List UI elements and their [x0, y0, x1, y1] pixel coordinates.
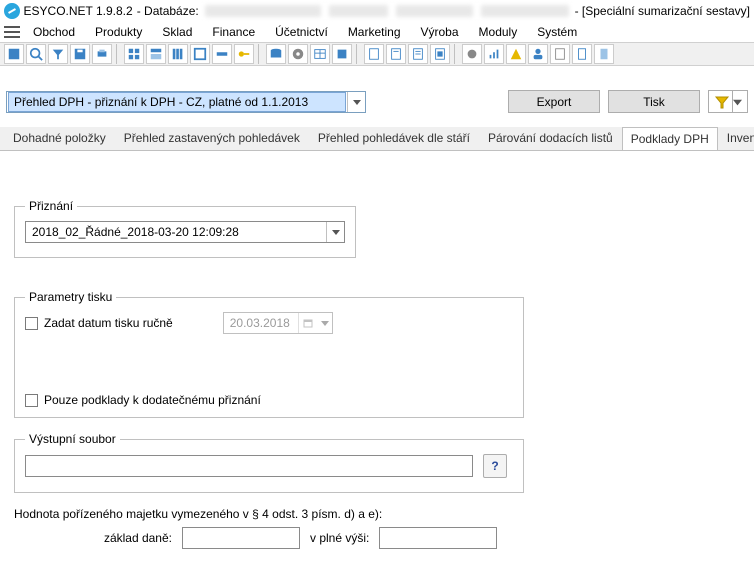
app-name: ESYCO.NET 1.9.8.2 — [24, 4, 133, 18]
group-output-legend: Výstupní soubor — [25, 432, 120, 446]
grid-icon[interactable] — [124, 44, 144, 64]
redacted-2 — [396, 5, 474, 17]
chart-icon[interactable] — [484, 44, 504, 64]
sheet4-icon[interactable] — [430, 44, 450, 64]
filterbar: Přehled DPH - přiznání k DPH - CZ, platn… — [0, 86, 754, 117]
group-parametry-tisku: Parametry tisku Zadat datum tisku ručně … — [14, 290, 524, 418]
menu-sklad[interactable]: Sklad — [155, 23, 199, 41]
refresh-icon[interactable] — [4, 44, 24, 64]
export-button[interactable]: Export — [508, 90, 600, 113]
title-suffix: - [Speciální sumarizační sestavy] — [575, 4, 750, 18]
print-date-value: 20.03.2018 — [224, 314, 298, 332]
sheet1-icon[interactable] — [364, 44, 384, 64]
tab-inventura[interactable]: Inventurní seznam — [718, 127, 754, 150]
window-icon[interactable] — [190, 44, 210, 64]
app-icon — [4, 3, 20, 19]
db-name-redacted — [205, 5, 322, 17]
layout-icon[interactable] — [146, 44, 166, 64]
report-type-combo[interactable]: Přehled DPH - přiznání k DPH - CZ, platn… — [6, 91, 366, 113]
record-icon[interactable] — [332, 44, 352, 64]
toolbar-sep-1 — [116, 44, 120, 64]
options-split-button[interactable] — [708, 90, 748, 113]
priznani-value: 2018_02_Řádné_2018-03-20 12:09:28 — [26, 223, 326, 241]
tab-podklady-dph[interactable]: Podklady DPH — [622, 127, 718, 151]
priznani-combo[interactable]: 2018_02_Řádné_2018-03-20 12:09:28 — [25, 221, 345, 243]
print-icon[interactable] — [92, 44, 112, 64]
filter-icon[interactable] — [48, 44, 68, 64]
menu-produkty[interactable]: Produkty — [88, 23, 149, 41]
group-priznani-legend: Přiznání — [25, 199, 77, 213]
toolbar-sep-4 — [454, 44, 458, 64]
tab-parovani[interactable]: Párování dodacích listů — [479, 127, 622, 150]
manual-date-checkbox[interactable]: Zadat datum tisku ručně — [25, 316, 173, 330]
output-file-input[interactable] — [25, 455, 473, 477]
group-params-legend: Parametry tisku — [25, 290, 116, 304]
tab-panel-podklady-dph: Přiznání 2018_02_Řádné_2018-03-20 12:09:… — [0, 151, 754, 549]
search-icon[interactable] — [26, 44, 46, 64]
print-button[interactable]: Tisk — [608, 90, 700, 113]
db-icon[interactable] — [266, 44, 286, 64]
columns-icon[interactable] — [168, 44, 188, 64]
tabstrip: Dohadné položky Přehled zastavených pohl… — [0, 127, 754, 151]
base-label: základ daně: — [14, 531, 172, 545]
db-label: - Databáze: — [137, 4, 199, 18]
majetek-label: Hodnota pořízeného majetku vymezeného v … — [14, 507, 740, 521]
toolbar-sep-3 — [356, 44, 360, 64]
toolbar — [0, 42, 754, 66]
group-priznani: Přiznání 2018_02_Řádné_2018-03-20 12:09:… — [14, 199, 356, 258]
question-icon: ? — [491, 459, 498, 473]
manual-date-label: Zadat datum tisku ručně — [44, 316, 173, 330]
sheet3-icon[interactable] — [408, 44, 428, 64]
key-icon[interactable] — [234, 44, 254, 64]
options-dropdown-icon[interactable] — [732, 91, 742, 112]
menu-marketing[interactable]: Marketing — [341, 23, 408, 41]
titlebar: ESYCO.NET 1.9.8.2 - Databáze: - [Speciál… — [0, 0, 754, 22]
checkbox-box — [25, 317, 38, 330]
chevron-down-icon[interactable] — [326, 222, 344, 242]
tab-pohl-stari[interactable]: Přehled pohledávek dle stáří — [309, 127, 479, 150]
only-additional-checkbox[interactable]: Pouze podklady k dodatečnému přiznání — [25, 393, 261, 407]
users-icon[interactable] — [528, 44, 548, 64]
checkbox-box — [25, 394, 38, 407]
report-icon[interactable] — [550, 44, 570, 64]
menu-obchod[interactable]: Obchod — [26, 23, 82, 41]
disk-icon[interactable] — [288, 44, 308, 64]
chevron-down-icon[interactable] — [318, 319, 332, 327]
base-amount-input[interactable] — [182, 527, 300, 549]
print-date-field[interactable]: 20.03.2018 — [223, 312, 333, 334]
redacted-1 — [329, 5, 387, 17]
toolbar-sep-2 — [258, 44, 262, 64]
warn-icon[interactable] — [506, 44, 526, 64]
only-additional-label: Pouze podklady k dodatečnému přiznání — [44, 393, 261, 407]
menu-ucetnictvi[interactable]: Účetnictví — [268, 23, 335, 41]
menu-moduly[interactable]: Moduly — [472, 23, 525, 41]
print-button-label: Tisk — [643, 95, 665, 109]
export-button-label: Export — [537, 95, 572, 109]
menu-system[interactable]: Systém — [530, 23, 584, 41]
calendar-icon[interactable] — [298, 313, 318, 333]
save-icon[interactable] — [70, 44, 90, 64]
full-amount-input[interactable] — [379, 527, 497, 549]
field-icon[interactable] — [212, 44, 232, 64]
group-vystupni-soubor: Výstupní soubor ? — [14, 432, 524, 493]
menu-grip-icon — [4, 25, 20, 39]
page-icon[interactable] — [594, 44, 614, 64]
menubar: Obchod Produkty Sklad Finance Účetnictví… — [0, 22, 754, 42]
sheet2-icon[interactable] — [386, 44, 406, 64]
report-type-value: Přehled DPH - přiznání k DPH - CZ, platn… — [8, 92, 346, 112]
help-button[interactable]: ? — [483, 454, 507, 478]
full-label: v plné výši: — [310, 531, 369, 545]
funnel-icon — [714, 94, 730, 110]
doc-icon[interactable] — [572, 44, 592, 64]
tab-dohadne[interactable]: Dohadné položky — [4, 127, 115, 150]
menu-finance[interactable]: Finance — [205, 23, 262, 41]
menu-vyroba[interactable]: Výroba — [414, 23, 466, 41]
redacted-3 — [481, 5, 568, 17]
chevron-down-icon[interactable] — [347, 92, 365, 112]
gear-icon[interactable] — [462, 44, 482, 64]
table-icon[interactable] — [310, 44, 330, 64]
tab-zastav-pohl[interactable]: Přehled zastavených pohledávek — [115, 127, 309, 150]
